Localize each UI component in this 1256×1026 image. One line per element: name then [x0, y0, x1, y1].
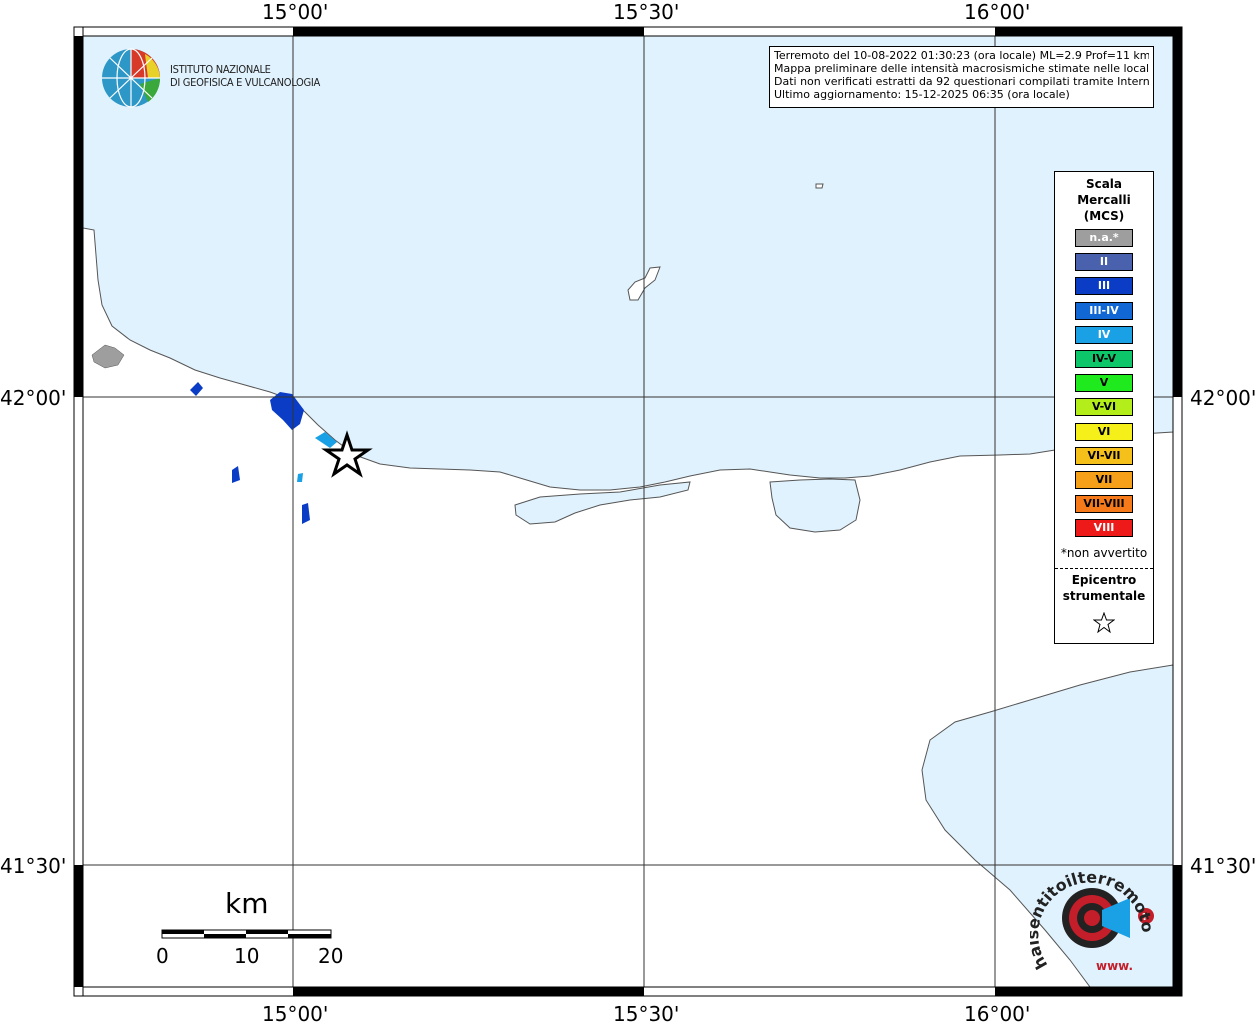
info-line-data: Dati non verificati estratti da 92 quest…: [774, 75, 1149, 88]
left-tick-41-30: 41°30': [0, 854, 67, 878]
ingv-logo-line2: DI GEOFISICA E VULCANOLOGIA: [170, 76, 320, 89]
event-info-box: Terremoto del 10-08-2022 01:30:23 (ora l…: [769, 46, 1154, 108]
legend-item-iv: IV: [1075, 325, 1133, 344]
bottom-tick-15-30: 15°30': [613, 1002, 680, 1026]
legend-star-icon: [1093, 612, 1115, 634]
legend-item-n-a: n.a.*: [1075, 229, 1133, 247]
legend-item-iii: III: [1075, 277, 1133, 296]
legend-separator: [1055, 568, 1153, 569]
ingv-logo-text: ISTITUTO NAZIONALE DI GEOFISICA E VULCAN…: [170, 63, 320, 89]
legend-item-vi: VI: [1075, 422, 1133, 441]
hsn-logo-icon[interactable]: ? haisentitoilterremoto.it www.: [1030, 870, 1160, 980]
bottom-tick-15-00: 15°00': [262, 1002, 329, 1026]
mcs-legend: Scala Mercalli (MCS) n.a.* II III III-IV IV I…: [1054, 171, 1154, 644]
top-tick-15-00: 15°00': [262, 0, 329, 24]
info-line-event: Terremoto del 10-08-2022 01:30:23 (ora l…: [774, 49, 1149, 62]
top-tick-16-00: 16°00': [964, 0, 1031, 24]
legend-item-vii-viii: VII-VIII: [1075, 495, 1133, 514]
scale-bar: [161, 929, 332, 939]
legend-item-vi-vii: VI-VII: [1075, 446, 1133, 465]
left-tick-42-00: 42°00': [0, 386, 67, 410]
legend-item-iii-iv: III-IV: [1075, 301, 1133, 320]
legend-item-ii: II: [1075, 253, 1133, 272]
scale-label-10: 10: [234, 944, 260, 968]
bottom-tick-16-00: 16°00': [964, 1002, 1031, 1026]
ingv-logo-icon: [102, 48, 161, 108]
legend-item-viii: VIII: [1075, 519, 1133, 538]
scale-label-20: 20: [318, 944, 344, 968]
hsn-www: www.: [1096, 959, 1133, 973]
legend-epicenter-label: Epicentro strumentale: [1062, 573, 1146, 603]
island-pianosa: [815, 183, 824, 189]
legend-item-v-vi: V-VI: [1075, 398, 1133, 417]
legend-title: Scala Mercalli (MCS): [1077, 177, 1131, 223]
legend-item-v: V: [1075, 374, 1133, 393]
scale-unit: km: [225, 887, 269, 920]
right-tick-42-00: 42°00': [1190, 386, 1256, 410]
legend-item-vii: VII: [1075, 471, 1133, 489]
right-tick-41-30: 41°30': [1190, 854, 1256, 878]
top-tick-15-30: 15°30': [613, 0, 680, 24]
legend-note: *non avvertito: [1060, 546, 1148, 560]
scale-label-0: 0: [156, 944, 169, 968]
info-line-update: Ultimo aggiornamento: 15-12-2025 06:35 (…: [774, 88, 1070, 101]
legend-item-iv-v: IV-V: [1075, 350, 1133, 368]
info-line-map: Mappa preliminare delle intensità macros…: [774, 62, 1149, 75]
ingv-logo-line1: ISTITUTO NAZIONALE: [170, 63, 271, 76]
